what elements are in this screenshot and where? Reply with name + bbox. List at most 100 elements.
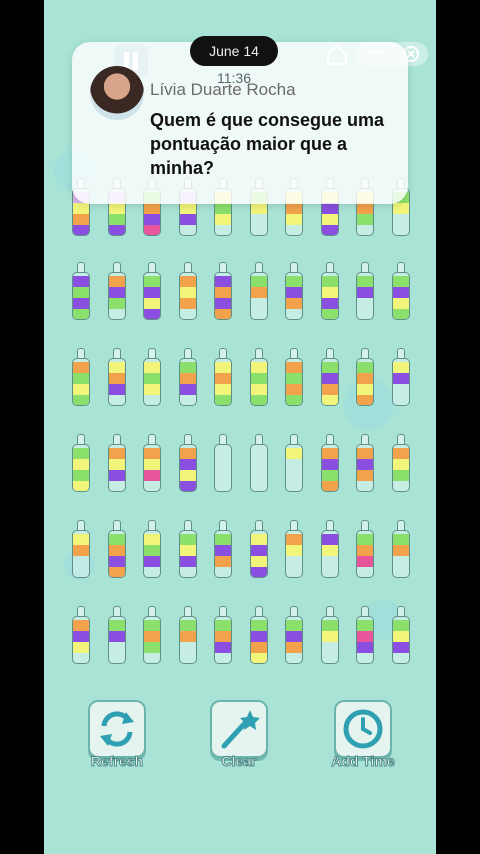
liquid-layer [108, 459, 125, 470]
liquid-layer [108, 620, 125, 631]
bottle[interactable] [72, 530, 90, 578]
liquid-layer [286, 298, 302, 309]
bottle[interactable] [249, 530, 268, 578]
bottle[interactable] [356, 530, 374, 578]
bottle[interactable] [285, 272, 303, 320]
liquid-layer [144, 214, 160, 225]
bottle[interactable] [214, 444, 232, 492]
liquid-layer [73, 642, 89, 653]
liquid-layer [357, 214, 373, 225]
bottle[interactable] [320, 616, 339, 664]
liquid-layer [392, 309, 409, 319]
bottle[interactable] [249, 444, 268, 492]
liquid-layer [215, 298, 231, 309]
liquid-layer [392, 534, 409, 545]
bottle[interactable] [320, 530, 339, 578]
liquid-layer [357, 545, 373, 556]
bottle[interactable] [72, 444, 90, 492]
bottle-neck [290, 434, 298, 444]
bottle[interactable] [214, 616, 232, 664]
bottle-neck [325, 348, 334, 358]
bottle[interactable] [107, 272, 126, 320]
bottle-neck [361, 520, 369, 530]
message-notification[interactable]: Lívia Duarte Rocha Quem é que consegue u… [72, 42, 408, 204]
liquid-layer [392, 631, 409, 642]
liquid-layer [392, 470, 409, 481]
liquid-layer [286, 620, 302, 631]
bottle[interactable] [356, 444, 374, 492]
bottle[interactable] [143, 530, 161, 578]
liquid-layer [144, 470, 160, 481]
liquid-layer [179, 362, 196, 373]
bottle[interactable] [178, 272, 197, 320]
liquid-layer [392, 620, 409, 631]
bottle[interactable] [391, 616, 410, 664]
clock-icon [343, 709, 383, 749]
bottle[interactable] [356, 272, 374, 320]
bottle[interactable] [72, 616, 90, 664]
liquid-layer [215, 309, 231, 319]
bottle[interactable] [249, 272, 268, 320]
bottle[interactable] [143, 616, 161, 664]
bottle[interactable] [72, 272, 90, 320]
liquid-layer [179, 620, 196, 631]
bottle[interactable] [285, 530, 303, 578]
bottle[interactable] [143, 358, 161, 406]
liquid-layer [250, 567, 267, 577]
bottle[interactable] [178, 530, 197, 578]
liquid-layer [357, 631, 373, 642]
bottle[interactable] [178, 358, 197, 406]
bottle[interactable] [72, 358, 90, 406]
bottle[interactable] [107, 444, 126, 492]
liquid-layer [392, 298, 409, 309]
bottle[interactable] [356, 616, 374, 664]
bottle-neck [361, 606, 369, 616]
bottle[interactable] [285, 444, 303, 492]
bottle[interactable] [320, 272, 339, 320]
liquid-layer [108, 545, 125, 556]
bottle[interactable] [107, 616, 126, 664]
bottle[interactable] [214, 530, 232, 578]
liquid-layer [179, 203, 196, 214]
liquid-layer [250, 642, 267, 653]
status-time: 11:36 [217, 70, 251, 86]
liquid-layer [179, 214, 196, 225]
liquid-layer [321, 287, 338, 298]
liquid-layer [73, 448, 89, 459]
liquid-layer [357, 362, 373, 373]
bottle-neck [254, 520, 263, 530]
liquid-layer [144, 534, 160, 545]
bottle[interactable] [356, 358, 374, 406]
bottle-neck [254, 606, 263, 616]
liquid-layer [357, 470, 373, 481]
bottle[interactable] [249, 616, 268, 664]
bottle[interactable] [107, 358, 126, 406]
bottle[interactable] [214, 358, 232, 406]
bottle[interactable] [320, 444, 339, 492]
liquid-layer [179, 373, 196, 384]
bottle-neck [396, 348, 405, 358]
bottle[interactable] [214, 272, 232, 320]
bottle-neck [325, 434, 334, 444]
bottle[interactable] [391, 530, 410, 578]
bottle[interactable] [391, 272, 410, 320]
liquid-layer [73, 545, 89, 556]
liquid-layer [215, 631, 231, 642]
liquid-layer [321, 620, 338, 631]
bottle[interactable] [178, 444, 197, 492]
bottle-neck [361, 434, 369, 444]
bottle[interactable] [143, 272, 161, 320]
bottle[interactable] [178, 616, 197, 664]
bottle[interactable] [391, 444, 410, 492]
bottle-neck [325, 262, 334, 272]
liquid-layer [73, 309, 89, 319]
bottle-neck [290, 520, 298, 530]
bottle[interactable] [391, 358, 410, 406]
liquid-layer [215, 556, 231, 567]
bottle[interactable] [143, 444, 161, 492]
bottle[interactable] [285, 358, 303, 406]
bottle[interactable] [320, 358, 339, 406]
bottle[interactable] [285, 616, 303, 664]
bottle[interactable] [249, 358, 268, 406]
bottle[interactable] [107, 530, 126, 578]
